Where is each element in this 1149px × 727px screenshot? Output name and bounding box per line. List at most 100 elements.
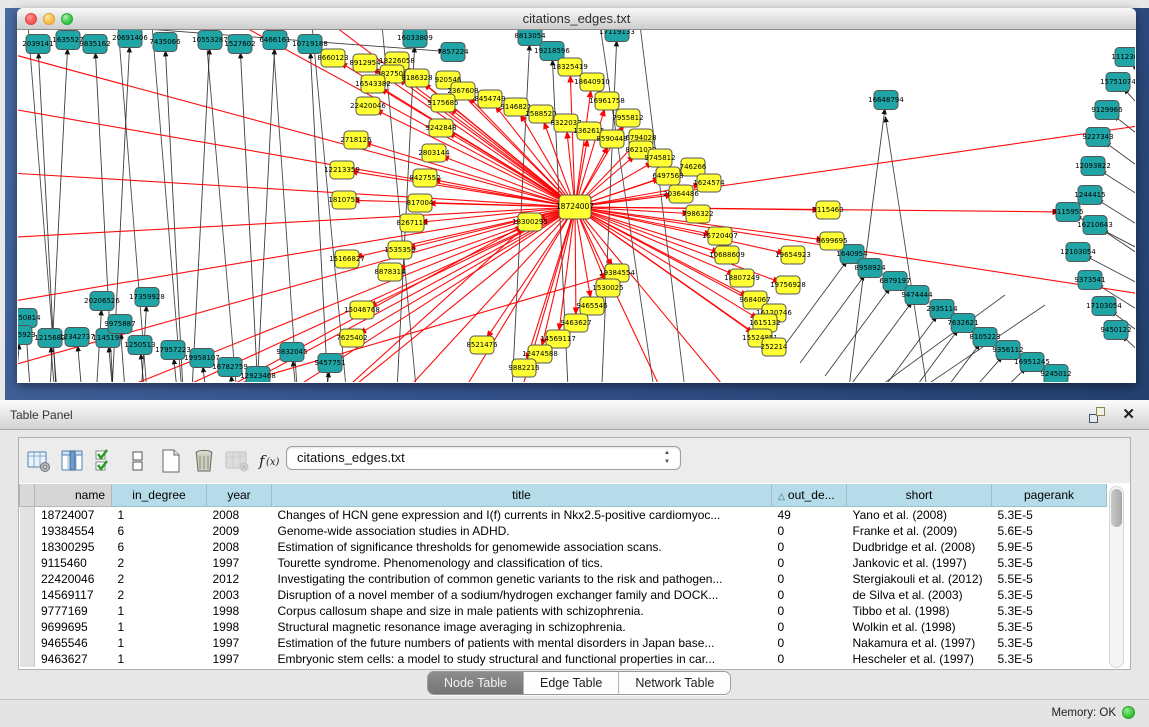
table-row[interactable]: 1830029562008Estimation of significance … xyxy=(20,539,1107,555)
network-node[interactable]: 8186328 xyxy=(401,69,432,87)
network-edge[interactable] xyxy=(575,207,680,382)
table-row[interactable]: 1938455462009Genome-wide association stu… xyxy=(20,523,1107,539)
network-node[interactable]: 9699695 xyxy=(816,232,847,250)
network-edge[interactable] xyxy=(205,30,240,382)
network-edge[interactable] xyxy=(986,380,1049,382)
table-row[interactable]: 2242004622012Investigating the contribut… xyxy=(20,571,1107,587)
network-node[interactable]: 16961758 xyxy=(589,92,625,110)
tab-network-table[interactable]: Network Table xyxy=(619,672,730,694)
network-node[interactable]: 8958924 xyxy=(854,259,886,278)
network-node[interactable]: 19756928 xyxy=(770,276,806,294)
network-node[interactable]: 17359928 xyxy=(129,288,165,307)
network-edge[interactable] xyxy=(272,30,300,382)
table-row[interactable]: 1456911722003Disruption of a novel membe… xyxy=(20,587,1107,603)
table-row[interactable]: 946362711997Embryonic stem cells: a mode… xyxy=(20,651,1107,667)
network-node[interactable]: 15720407 xyxy=(702,227,738,245)
table-row[interactable]: 977716911998Corpus callosum shape and si… xyxy=(20,603,1107,619)
network-node[interactable]: 1527602 xyxy=(224,35,255,54)
network-edge[interactable] xyxy=(1133,64,1135,110)
network-node[interactable]: 20691406 xyxy=(112,30,148,48)
network-edge[interactable] xyxy=(190,49,210,382)
network-node[interactable]: 12213359 xyxy=(324,161,360,179)
network-node[interactable]: 7625402 xyxy=(336,329,367,347)
network-node[interactable]: 1850814 xyxy=(18,309,41,328)
network-edge[interactable] xyxy=(160,207,575,382)
network-node[interactable]: 18724007 xyxy=(556,195,594,219)
table-selector-dropdown[interactable]: citations_edges.txt ▲▼ xyxy=(286,446,681,470)
column-header-out_de[interactable]: △out_de... xyxy=(772,484,847,506)
show-columns-icon[interactable] xyxy=(59,448,85,474)
column-header-in_degree[interactable]: in_degree xyxy=(112,484,207,506)
network-node[interactable]: 817004 xyxy=(407,194,434,212)
network-node[interactable]: 8427552 xyxy=(409,169,440,187)
table-row[interactable]: 969969511998Structural magnetic resonanc… xyxy=(20,619,1107,635)
network-node[interactable]: 8115955 xyxy=(1052,203,1083,222)
column-header-year[interactable]: year xyxy=(207,484,272,506)
network-node[interactable]: 9835162 xyxy=(79,35,110,54)
network-node[interactable]: 16210643 xyxy=(1077,216,1113,235)
network-node[interactable]: 9450122 xyxy=(1100,321,1131,340)
network-node[interactable]: 1250513 xyxy=(124,336,155,355)
network-node[interactable]: 1535359 xyxy=(384,241,415,259)
column-header-short[interactable]: short xyxy=(847,484,992,506)
network-node[interactable]: 17103054 xyxy=(1086,297,1122,316)
table-settings-icon[interactable] xyxy=(26,448,52,474)
column-header-pagerank[interactable]: pagerank xyxy=(992,484,1107,506)
select-all-rows-icon[interactable] xyxy=(92,448,118,474)
network-node[interactable]: 1810755 xyxy=(328,191,359,209)
network-node[interactable]: 9474444 xyxy=(901,286,933,305)
network-node[interactable]: 252214 xyxy=(761,338,788,356)
network-node[interactable]: 7955812 xyxy=(612,109,643,127)
network-node[interactable]: 1530025 xyxy=(592,279,623,297)
network-edge[interactable] xyxy=(575,207,576,314)
network-node[interactable]: 9465546 xyxy=(576,297,608,315)
table-row[interactable]: 1872400712008Changes of HCN gene express… xyxy=(20,506,1107,523)
network-edge[interactable] xyxy=(18,207,575,240)
network-node[interactable]: 8521476 xyxy=(466,336,498,354)
network-node[interactable]: 8267110 xyxy=(396,214,427,232)
import-table-icon[interactable] xyxy=(224,448,250,474)
network-node[interactable]: 7857224 xyxy=(437,43,469,62)
network-edge[interactable] xyxy=(203,367,210,382)
network-node[interactable]: 9975887 xyxy=(104,315,135,334)
network-edge[interactable] xyxy=(1114,116,1135,160)
network-edge[interactable] xyxy=(1124,89,1135,140)
network-node[interactable]: 7435066 xyxy=(149,33,181,52)
row-height-icon[interactable] xyxy=(125,448,151,474)
network-node[interactable]: 9129966 xyxy=(1091,101,1123,120)
network-edge[interactable] xyxy=(962,368,1026,382)
network-node[interactable]: 16648794 xyxy=(868,91,904,110)
network-node[interactable]: 9832045 xyxy=(276,343,307,362)
network-node[interactable]: 16033809 xyxy=(397,30,433,48)
network-node[interactable]: 8590448 xyxy=(596,130,627,148)
scrollbar-thumb[interactable] xyxy=(1111,489,1122,527)
network-edge[interactable] xyxy=(1101,171,1135,215)
network-edge[interactable] xyxy=(800,275,865,363)
network-node[interactable]: 20364486 xyxy=(663,185,699,203)
network-node[interactable]: 15751074 xyxy=(1100,73,1135,92)
network-edge[interactable] xyxy=(240,53,260,382)
network-node[interactable]: 20206526 xyxy=(84,292,120,311)
table-scrollbar[interactable] xyxy=(1109,486,1124,668)
network-node[interactable]: 9457751 xyxy=(314,354,345,373)
network-node[interactable]: 9227343 xyxy=(1082,128,1113,147)
network-edge[interactable] xyxy=(640,30,690,382)
network-node[interactable]: 1112304 xyxy=(1111,48,1135,67)
table-row[interactable]: 911546021997Tourette syndrome. Phenomeno… xyxy=(20,555,1107,571)
network-node[interactable]: 9245012 xyxy=(1040,365,1071,383)
network-view-window[interactable]: citations_edges.txt 20391411635527983516… xyxy=(17,8,1136,383)
network-edge[interactable] xyxy=(893,330,958,382)
function-builder-icon[interactable]: f(x) xyxy=(257,448,283,474)
network-node[interactable]: 19654923 xyxy=(775,246,811,264)
float-window-icon[interactable] xyxy=(1089,407,1105,423)
tab-node-table[interactable]: Node Table xyxy=(428,672,524,694)
network-window-titlebar[interactable]: citations_edges.txt xyxy=(17,8,1136,30)
network-edge[interactable] xyxy=(559,207,575,330)
network-node[interactable]: 2039141 xyxy=(22,35,53,54)
network-node[interactable]: 8878314 xyxy=(374,263,406,281)
network-node[interactable]: 17119133 xyxy=(599,30,635,42)
tab-edge-table[interactable]: Edge Table xyxy=(524,672,619,694)
network-edge[interactable] xyxy=(825,288,890,376)
network-edge[interactable] xyxy=(575,91,591,207)
network-node[interactable]: 18807249 xyxy=(724,269,760,287)
